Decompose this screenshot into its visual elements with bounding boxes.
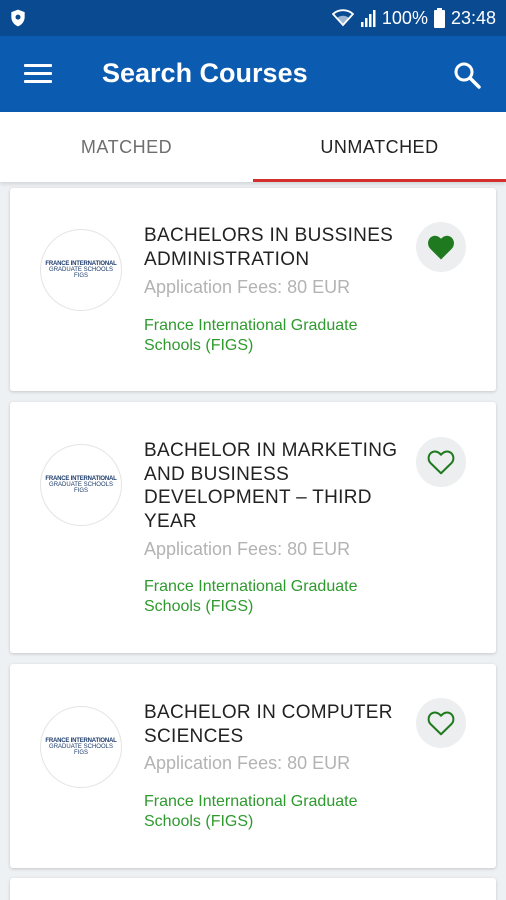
heart-outline-icon bbox=[427, 711, 455, 736]
battery-icon bbox=[433, 8, 445, 28]
favorite-button[interactable] bbox=[416, 222, 466, 272]
heart-outline-icon bbox=[427, 450, 455, 475]
logo-line-3: FIGS bbox=[73, 750, 88, 756]
school-name: France International Graduate Schools (F… bbox=[144, 578, 358, 615]
tab-bar: MATCHED UNMATCHED bbox=[0, 112, 506, 182]
logo-line-3: FIGS bbox=[73, 488, 88, 494]
tab-matched[interactable]: MATCHED bbox=[0, 112, 253, 182]
logo-line-3: FIGS bbox=[73, 273, 88, 279]
course-card[interactable]: FRANCE INTERNATIONAL GRADUATE SCHOOLS FI… bbox=[10, 188, 496, 391]
course-card[interactable] bbox=[10, 878, 496, 900]
battery-percent: 100% bbox=[381, 7, 428, 28]
favorite-button[interactable] bbox=[416, 437, 466, 487]
wifi-icon bbox=[331, 9, 354, 27]
course-card[interactable]: FRANCE INTERNATIONAL GRADUATE SCHOOLS FI… bbox=[10, 664, 496, 868]
school-logo: FRANCE INTERNATIONAL GRADUATE SCHOOLS FI… bbox=[40, 444, 122, 526]
app-bar: Search Courses bbox=[0, 36, 506, 112]
clock: 23:48 bbox=[450, 7, 496, 28]
school-name: France International Graduate Schools (F… bbox=[144, 317, 358, 354]
tab-unmatched[interactable]: UNMATCHED bbox=[253, 112, 506, 182]
application-fees: Application Fees: 80 EUR bbox=[144, 539, 351, 559]
school-logo: FRANCE INTERNATIONAL GRADUATE SCHOOLS FI… bbox=[40, 706, 122, 788]
status-bar: 100% 23:48 bbox=[0, 0, 506, 36]
application-fees: Application Fees: 80 EUR bbox=[144, 753, 351, 773]
shield-icon bbox=[11, 9, 25, 27]
page-title: Search Courses bbox=[102, 58, 308, 88]
search-icon[interactable] bbox=[452, 60, 482, 90]
course-title: BACHELOR IN MARKETING AND BUSINESS DEVEL… bbox=[144, 440, 398, 532]
menu-icon[interactable] bbox=[24, 62, 54, 86]
school-name: France International Graduate Schools (F… bbox=[144, 793, 358, 830]
application-fees: Application Fees: 80 EUR bbox=[144, 277, 351, 297]
signal-icon bbox=[360, 10, 376, 27]
heart-filled-icon bbox=[428, 235, 454, 260]
course-title: BACHELOR IN COMPUTER SCIENCES bbox=[144, 702, 393, 747]
course-title: BACHELORS IN BUSSINES ADMINISTRATION bbox=[144, 225, 394, 270]
course-card[interactable]: FRANCE INTERNATIONAL GRADUATE SCHOOLS FI… bbox=[10, 402, 496, 653]
favorite-button[interactable] bbox=[416, 698, 466, 748]
school-logo: FRANCE INTERNATIONAL GRADUATE SCHOOLS FI… bbox=[40, 229, 122, 311]
